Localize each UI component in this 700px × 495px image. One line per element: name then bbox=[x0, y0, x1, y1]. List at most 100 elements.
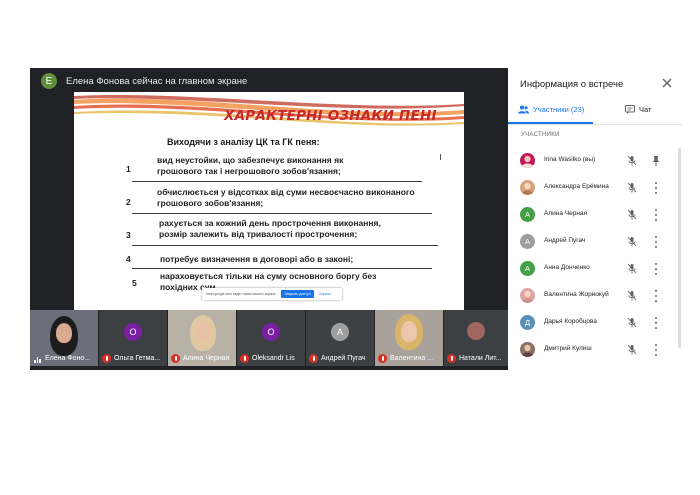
participant-name: Натали Лит... bbox=[459, 355, 502, 362]
main-stage: E Елена Фонова сейчас на главном экране … bbox=[30, 68, 508, 370]
slide-subtitle: Виходячи з аналізу ЦК та ГК пеня: bbox=[167, 137, 320, 147]
point-line: нараховується тільки на суму основного б… bbox=[160, 271, 377, 281]
point-number: 5 bbox=[132, 278, 137, 288]
tab-chat[interactable]: Чат bbox=[625, 105, 651, 114]
participant-tile[interactable]: O Oleksandr Lis bbox=[237, 310, 305, 366]
mic-off-icon bbox=[627, 290, 637, 301]
point-line: потребує визначення в договорі або в зак… bbox=[160, 254, 354, 264]
mic-off-icon bbox=[627, 182, 637, 193]
mic-off-icon bbox=[627, 317, 637, 328]
close-icon[interactable] bbox=[660, 76, 674, 90]
participant-name: Анна Донченко bbox=[544, 264, 590, 271]
mic-active-icon bbox=[33, 354, 42, 363]
participant-tile[interactable]: О Ольга Гетма... bbox=[99, 310, 167, 366]
more-options-icon[interactable] bbox=[654, 236, 658, 248]
participant-avatar: О bbox=[124, 323, 142, 341]
screen-share-bar: meet.google.com ведет показ вашего экран… bbox=[202, 288, 342, 300]
more-options-icon[interactable] bbox=[654, 290, 658, 302]
participant-name: Ольга Гетма... bbox=[114, 355, 161, 362]
panel-title: Информация о встрече bbox=[520, 79, 624, 90]
participant-tile[interactable]: Алина Черная bbox=[168, 310, 236, 366]
mic-off-icon bbox=[627, 263, 637, 274]
participant-name: Андрей Пугач bbox=[321, 355, 366, 362]
share-bar-text: meet.google.com ведет показ вашего экран… bbox=[206, 292, 276, 296]
participant-name: Дмитрий Кулиш bbox=[544, 345, 592, 352]
point-divider bbox=[132, 245, 438, 246]
participant-name: Irina Wasilko (вы) bbox=[544, 156, 596, 163]
point-divider bbox=[132, 268, 432, 269]
shared-slide: ХАРАКТЕРНІ ОЗНАКИ ПЕНІ Виходячи з аналіз… bbox=[74, 92, 464, 310]
list-item[interactable]: Irina Wasilko (вы) bbox=[508, 148, 682, 175]
participant-tile[interactable]: Натали Лит... bbox=[444, 310, 508, 366]
participant-name: Алина Черная bbox=[544, 210, 588, 217]
participant-name: Валентина ... bbox=[390, 355, 434, 362]
participant-name: Oleksandr Lis bbox=[252, 355, 295, 362]
mic-off-icon bbox=[309, 354, 318, 363]
tab-participants[interactable]: Участники (23) bbox=[518, 105, 584, 114]
participant-tile[interactable]: А Андрей Пугач bbox=[306, 310, 374, 366]
chat-icon bbox=[625, 105, 635, 114]
people-icon bbox=[518, 105, 529, 114]
mic-off-icon bbox=[627, 209, 637, 220]
participant-avatar: А bbox=[331, 323, 349, 341]
point-line: вид неустойки, що забезпечує виконання я… bbox=[157, 155, 344, 165]
list-item[interactable]: Александра Ерёмина bbox=[508, 175, 682, 202]
section-label: УЧАСТНИКИ bbox=[521, 132, 560, 138]
hide-share-bar-button[interactable]: Скрыть bbox=[319, 292, 331, 296]
point-number: 2 bbox=[126, 197, 131, 207]
presenter-banner-text: Елена Фонова сейчас на главном экране bbox=[66, 75, 248, 87]
participant-tile[interactable]: Валентина ... bbox=[375, 310, 443, 366]
stop-sharing-button[interactable]: Закрыть доступ bbox=[281, 290, 314, 298]
list-item[interactable]: А Анна Донченко bbox=[508, 256, 682, 283]
list-item[interactable]: Д Дарья Коробцова bbox=[508, 310, 682, 337]
presenter-avatar: E bbox=[41, 73, 57, 89]
list-item[interactable]: А Алина Черная bbox=[508, 202, 682, 229]
presenter-banner: E Елена Фонова сейчас на главном экране bbox=[30, 68, 508, 94]
list-item[interactable]: Дмитрий Кулиш bbox=[508, 337, 682, 364]
meeting-details-panel: Информация о встрече Участники (23) Чат … bbox=[508, 68, 682, 370]
video-feed bbox=[56, 323, 72, 343]
avatar bbox=[520, 153, 535, 168]
pin-icon[interactable] bbox=[652, 155, 660, 167]
more-options-icon[interactable] bbox=[654, 263, 658, 275]
list-item[interactable]: А Андрей Пугач bbox=[508, 229, 682, 256]
more-options-icon[interactable] bbox=[654, 317, 658, 329]
participant-photo bbox=[467, 322, 485, 340]
point-line: грошового так і негрошового зобов'язання… bbox=[157, 166, 341, 176]
point-divider bbox=[132, 181, 422, 182]
participant-filmstrip: Елена Фоно... О Ольга Гетма... Алина Чер… bbox=[30, 310, 508, 366]
mouse-cursor-icon bbox=[440, 154, 445, 160]
mic-off-icon bbox=[627, 236, 637, 247]
avatar: Д bbox=[520, 315, 535, 330]
point-number: 3 bbox=[126, 230, 131, 240]
participant-name: Алина Черная bbox=[183, 355, 230, 362]
mic-off-icon bbox=[627, 155, 637, 166]
more-options-icon[interactable] bbox=[654, 209, 658, 221]
participant-name: Александра Ерёмина bbox=[544, 183, 609, 190]
avatar bbox=[520, 342, 535, 357]
avatar: А bbox=[520, 207, 535, 222]
avatar: А bbox=[520, 261, 535, 276]
mic-off-icon bbox=[447, 354, 456, 363]
mic-off-icon bbox=[102, 354, 111, 363]
divider bbox=[508, 124, 682, 125]
more-options-icon[interactable] bbox=[654, 344, 658, 356]
participant-name: Андрей Пугач bbox=[544, 237, 586, 244]
avatar bbox=[520, 180, 535, 195]
participant-tile[interactable]: Елена Фоно... bbox=[30, 310, 98, 366]
participant-avatar: O bbox=[262, 323, 280, 341]
video-feed bbox=[401, 321, 417, 342]
participant-name: Дарья Коробцова bbox=[544, 318, 597, 325]
video-feed bbox=[195, 321, 211, 341]
list-item[interactable]: Валентина Жорнокуй bbox=[508, 283, 682, 310]
tab-participants-label: Участники (23) bbox=[533, 105, 585, 114]
more-options-icon[interactable] bbox=[654, 182, 658, 194]
point-number: 4 bbox=[126, 254, 131, 264]
tab-chat-label: Чат bbox=[639, 105, 652, 114]
mic-off-icon bbox=[627, 344, 637, 355]
point-line: грошового зобов'язання; bbox=[157, 198, 264, 208]
scrollbar[interactable] bbox=[678, 148, 681, 348]
participant-name: Валентина Жорнокуй bbox=[544, 291, 609, 298]
slide-title: ХАРАКТЕРНІ ОЗНАКИ ПЕНІ bbox=[224, 108, 437, 124]
point-line: рахується за кожний день прострочення ви… bbox=[159, 218, 381, 228]
